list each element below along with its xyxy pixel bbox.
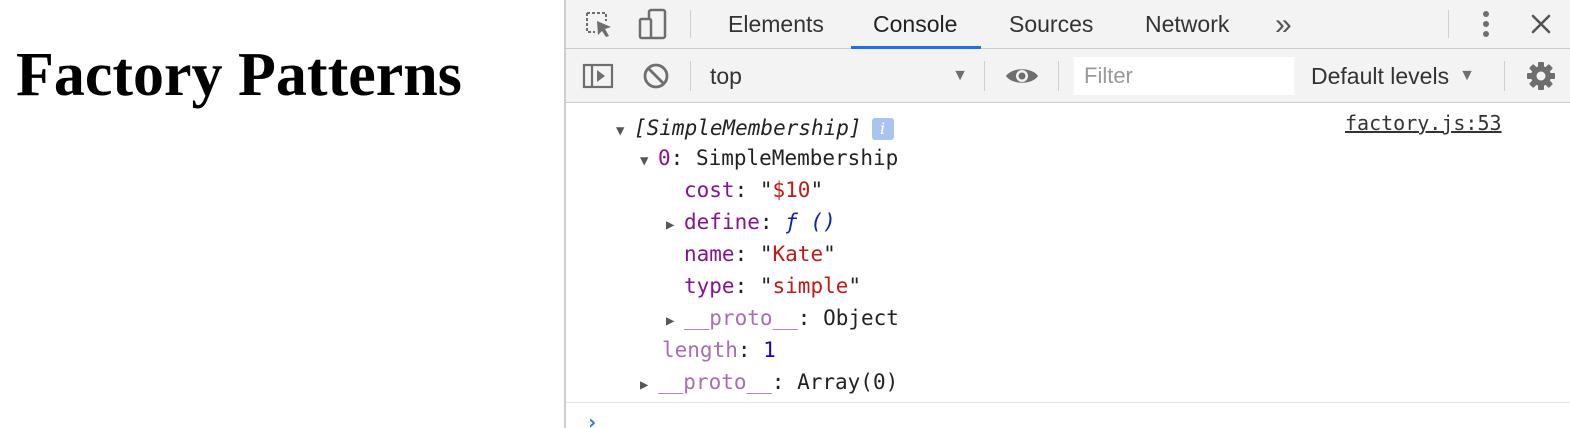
context-value: top (710, 62, 742, 89)
console-output: factory.js:53 ▼ [SimpleMembership] i ▼ 0: S… (566, 104, 1570, 428)
more-tabs-button[interactable]: » (1275, 0, 1292, 49)
prop-key: length (662, 338, 738, 362)
toolbar-divider-3 (1058, 61, 1059, 91)
item-index: 0 (658, 146, 671, 170)
close-icon[interactable] (1526, 9, 1556, 39)
prop-key: __proto__ (684, 306, 798, 330)
expand-triangle-icon[interactable]: ▼ (640, 145, 658, 177)
page-area: Factory Patterns (0, 0, 565, 428)
info-icon[interactable]: i (871, 118, 894, 140)
inspect-icon[interactable] (582, 8, 616, 42)
log-levels-dropdown[interactable]: Default levels ▼ (1311, 60, 1475, 92)
expand-triangle-icon[interactable]: ▶ (640, 369, 658, 401)
expand-triangle-icon[interactable]: ▶ (666, 209, 684, 241)
prop-define[interactable]: ▶ define: ƒ () (666, 206, 836, 238)
prop-value: $10 (772, 178, 811, 202)
item-type: SimpleMembership (695, 146, 899, 170)
tab-console[interactable]: Console (850, 0, 982, 49)
sidebar-toggle-icon[interactable] (580, 61, 616, 91)
prop-proto[interactable]: ▶ __proto__: Object (666, 302, 899, 334)
context-selector[interactable]: top ▼ (710, 60, 968, 92)
more-vertical-icon[interactable] (1472, 8, 1500, 40)
prop-type: type: "simple" (684, 274, 862, 298)
toolbar-divider-2 (984, 61, 985, 91)
prop-key: __proto__ (658, 370, 772, 394)
console-log-row[interactable]: ▼ [SimpleMembership] i (616, 112, 894, 144)
toolbar-divider-4 (1504, 61, 1505, 91)
eye-icon[interactable] (1002, 61, 1042, 91)
prop-cost: cost: "$10" (684, 178, 824, 202)
prop-key: cost (684, 178, 735, 202)
prop-key: define (684, 210, 760, 234)
page-title: Factory Patterns (16, 41, 462, 109)
prop-value: 1 (763, 338, 776, 362)
prop-value: Array(0) (797, 370, 899, 394)
devtools-tabbar: Elements Console Sources Network » (566, 0, 1570, 49)
tree-item-0[interactable]: ▼ 0: SimpleMembership (640, 142, 898, 174)
tab-sources[interactable]: Sources (1009, 0, 1093, 49)
devtools-panel: Elements Console Sources Network » top ▼… (564, 0, 1570, 428)
expand-triangle-icon[interactable]: ▶ (666, 305, 684, 337)
tab-network[interactable]: Network (1145, 0, 1229, 49)
prop-value: Object (823, 306, 899, 330)
array-label: [SimpleMembership] (634, 116, 862, 140)
toolbar-divider-1 (690, 61, 691, 91)
chevron-down-icon: ▼ (1459, 67, 1475, 84)
prompt-divider (566, 402, 1570, 403)
prop-key: type (684, 274, 735, 298)
source-link[interactable]: factory.js:53 (1345, 111, 1502, 135)
prop-value: simple (772, 274, 849, 298)
prop-value: Kate (772, 242, 824, 266)
log-levels-label: Default levels (1311, 62, 1450, 89)
chevron-down-icon: ▼ (952, 67, 968, 84)
prop-length: length: 1 (662, 338, 776, 362)
prop-name: name: "Kate" (684, 242, 836, 266)
tabbar-divider (690, 10, 691, 38)
prop-key: name (684, 242, 735, 266)
expand-triangle-icon[interactable]: ▼ (616, 115, 634, 147)
filter-input[interactable] (1074, 57, 1294, 95)
gear-icon[interactable] (1524, 60, 1558, 92)
array-proto[interactable]: ▶ __proto__: Array(0) (640, 366, 898, 398)
device-toggle-icon[interactable] (636, 6, 670, 42)
clear-console-icon[interactable] (640, 61, 672, 91)
prop-value: ƒ () (785, 210, 836, 234)
console-prompt[interactable]: › (586, 410, 598, 428)
tabbar-divider-right (1448, 10, 1449, 38)
tab-elements[interactable]: Elements (728, 0, 824, 49)
